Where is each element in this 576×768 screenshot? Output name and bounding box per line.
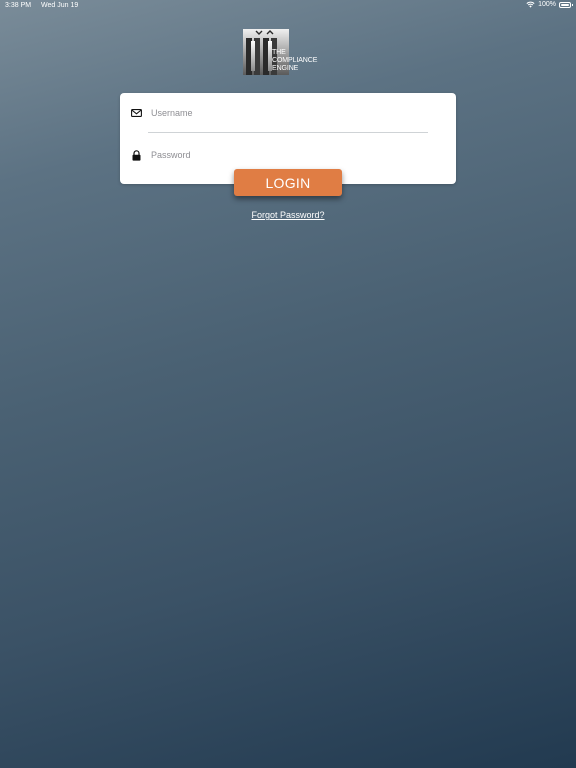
username-input[interactable] [151,108,421,118]
lock-icon [131,149,142,161]
logo-line-engine: ENGINE [272,65,299,72]
battery-icon [559,1,573,8]
logo-line-the: THE [272,49,286,56]
username-row [120,103,456,123]
wifi-icon [526,1,535,8]
battery-percent: 100% [538,1,556,8]
app-logo: THE COMPLIANCE ENGINE [243,29,323,77]
status-left: 3:38 PM Wed Jun 19 [5,2,86,9]
username-underline [148,132,428,133]
status-bar: 3:38 PM Wed Jun 19 100% [0,0,576,12]
envelope-icon [131,108,142,119]
status-right: 100% [526,1,573,8]
status-time: 3:38 PM [5,2,32,9]
forgot-password-link[interactable]: Forgot Password? [0,210,576,220]
password-input[interactable] [151,150,421,160]
password-row [120,145,456,165]
status-date: Wed Jun 19 [41,2,79,9]
logo-wordmark: THE COMPLIANCE ENGINE [272,49,317,73]
logo-line-compliance: COMPLIANCE [272,57,318,64]
login-button[interactable]: LOGIN [234,169,342,196]
